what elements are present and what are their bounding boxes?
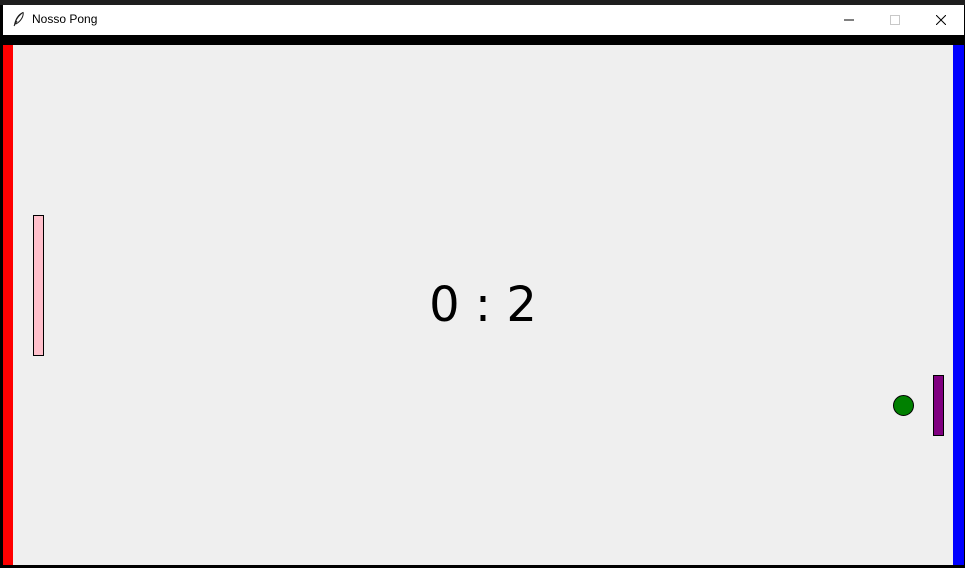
game-window: Nosso Pong 0 : 2 [3,5,964,567]
maximize-icon [890,15,900,25]
feather-icon [11,11,27,27]
close-icon [936,15,946,25]
minimize-button[interactable] [826,5,872,35]
window-bottom-border [3,565,964,567]
game-canvas[interactable]: 0 : 2 [3,45,964,565]
left-wall [3,45,13,565]
menu-strip [3,35,964,45]
left-paddle [33,215,44,356]
minimize-icon [844,19,854,21]
right-paddle [933,375,944,436]
close-button[interactable] [918,5,964,35]
ball [893,395,914,416]
title-bar[interactable]: Nosso Pong [3,5,964,35]
right-wall [953,45,964,565]
score-display: 0 : 2 [429,277,537,333]
maximize-button[interactable] [872,5,918,35]
window-title: Nosso Pong [32,12,98,26]
